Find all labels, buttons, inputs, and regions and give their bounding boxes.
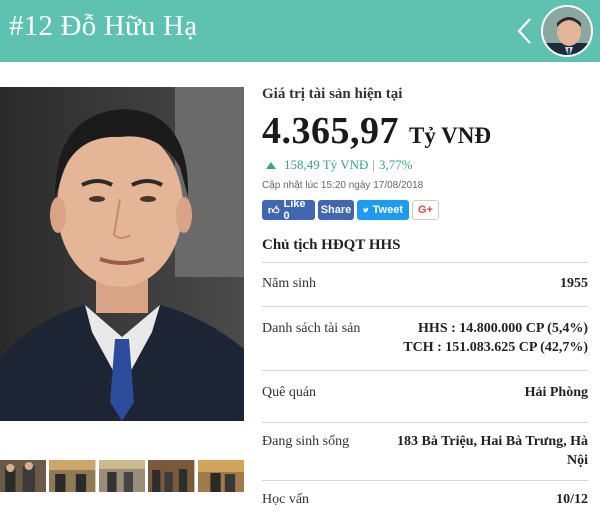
updated-timestamp: Cập nhật lúc 15:20 ngày 17/08/2018 bbox=[262, 180, 424, 191]
twitter-bird-icon bbox=[363, 207, 369, 213]
detail-label: Học vấn bbox=[262, 492, 310, 507]
thumbnail[interactable] bbox=[197, 460, 245, 492]
thumbs-up-icon: 👍︎ bbox=[268, 204, 280, 217]
asset-unit: Tỷ VNĐ bbox=[409, 123, 492, 148]
facebook-share-button[interactable]: Share bbox=[318, 200, 354, 220]
detail-row-birth-year: Năm sinh 1955 bbox=[262, 262, 588, 306]
detail-row-residence: Đang sinh sống 183 Bà Triệu, Hai Bà Trưn… bbox=[262, 422, 588, 480]
share-label: Share bbox=[320, 204, 352, 216]
asset-panel: Giá trị tài sản hiện tại 4.365,97 Tỷ VNĐ… bbox=[262, 86, 588, 254]
header-bar: #12 Đỗ Hữu Hạ bbox=[0, 0, 600, 62]
chevron-left-icon[interactable] bbox=[514, 16, 534, 46]
profile-photo bbox=[0, 87, 244, 421]
thumbnail[interactable] bbox=[0, 460, 47, 492]
asset-value-row: 4.365,97 Tỷ VNĐ bbox=[262, 109, 588, 153]
position-title: Chủ tịch HĐQT HHS bbox=[262, 237, 401, 253]
tweet-label: Tweet bbox=[372, 204, 403, 216]
facebook-like-button[interactable]: 👍︎ Like 0 bbox=[262, 198, 315, 222]
asset-label: Giá trị tài sản hiện tại bbox=[262, 86, 403, 102]
detail-label: Đang sinh sống bbox=[262, 434, 350, 449]
detail-label: Danh sách tài sản bbox=[262, 321, 361, 336]
residence-line-1: 183 Bà Triệu, Hai Bà Trưng, Hà bbox=[397, 434, 588, 449]
like-label: Like 0 bbox=[283, 198, 306, 222]
detail-value: 1955 bbox=[560, 276, 588, 291]
asset-line-tch: TCH : 151.083.625 CP (42,7%) bbox=[403, 340, 588, 355]
asset-change: 158,49 Tỷ VNĐ | 3,77% bbox=[262, 157, 588, 173]
thumbnail[interactable] bbox=[49, 460, 96, 492]
detail-value: Hải Phòng bbox=[524, 385, 588, 400]
residence-line-2: Nội bbox=[567, 453, 588, 468]
asset-line-hhs: HHS : 14.800.000 CP (5,4%) bbox=[418, 321, 588, 336]
detail-row-hometown: Quê quán Hải Phòng bbox=[262, 370, 588, 422]
photo-thumbnails bbox=[0, 460, 245, 492]
triangle-up-icon bbox=[266, 161, 276, 169]
detail-row-assets: Danh sách tài sản HHS : 14.800.000 CP (5… bbox=[262, 306, 588, 370]
details-table: Năm sinh 1955 Danh sách tài sản HHS : 14… bbox=[262, 262, 588, 513]
page-title: #12 Đỗ Hữu Hạ bbox=[9, 10, 198, 42]
gplus-label: G+ bbox=[418, 204, 433, 216]
avatar[interactable] bbox=[541, 5, 593, 57]
tweet-button[interactable]: Tweet bbox=[357, 200, 409, 220]
thumbnail[interactable] bbox=[98, 460, 146, 492]
detail-row-education: Học vấn 10/12 bbox=[262, 480, 588, 513]
change-amount: 158,49 Tỷ VNĐ bbox=[284, 157, 369, 172]
change-separator: | bbox=[372, 157, 375, 172]
social-buttons: 👍︎ Like 0 Share Tweet G+ bbox=[262, 198, 588, 222]
detail-value: 10/12 bbox=[556, 492, 588, 507]
google-plus-button[interactable]: G+ bbox=[412, 200, 439, 220]
thumbnail[interactable] bbox=[148, 460, 195, 492]
change-percent: 3,77% bbox=[379, 157, 413, 172]
detail-label: Năm sinh bbox=[262, 276, 317, 291]
detail-label: Quê quán bbox=[262, 385, 317, 400]
asset-value: 4.365,97 bbox=[262, 110, 399, 152]
